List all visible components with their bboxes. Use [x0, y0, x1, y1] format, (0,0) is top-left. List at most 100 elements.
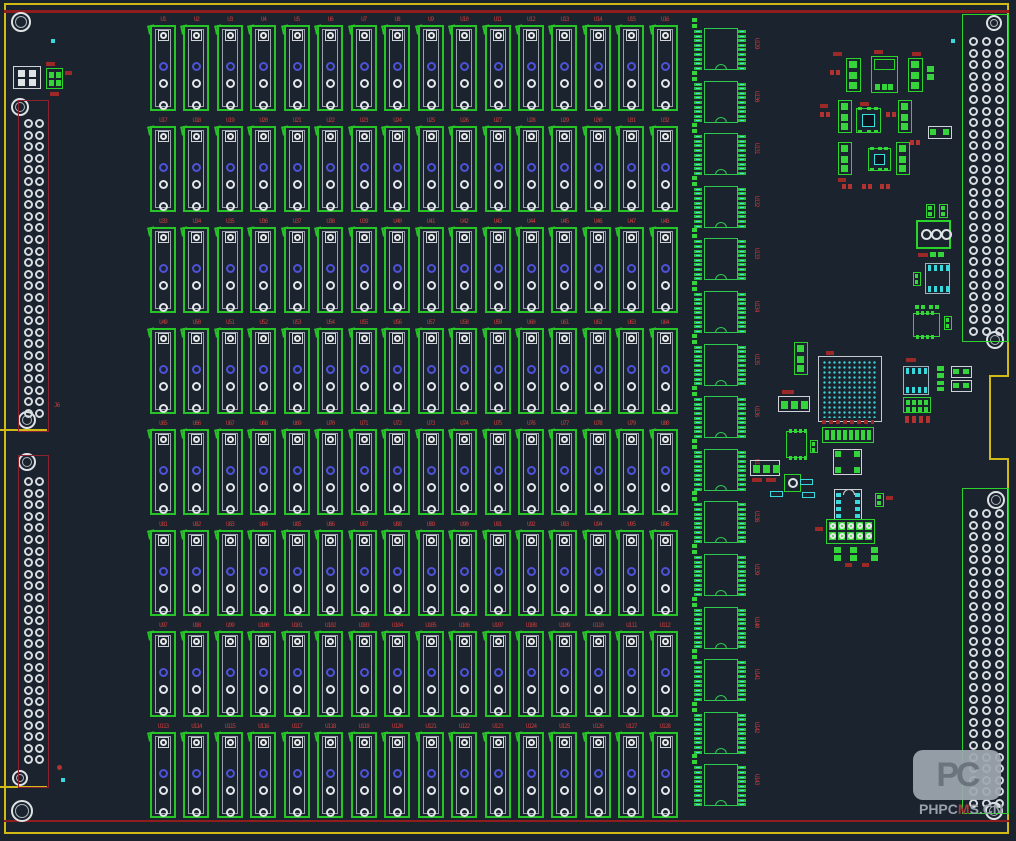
relay-socket[interactable]	[183, 227, 209, 313]
header-2x2[interactable]	[13, 66, 41, 89]
dip-ic[interactable]	[694, 344, 748, 388]
dip-ic[interactable]	[694, 396, 748, 440]
relay-socket[interactable]	[150, 227, 176, 313]
relay-socket[interactable]	[351, 126, 377, 212]
relay-socket[interactable]	[485, 126, 511, 212]
dip-ic[interactable]	[694, 81, 748, 125]
chip-resistor[interactable]	[862, 184, 873, 189]
relay-socket[interactable]	[351, 227, 377, 313]
relay-socket[interactable]	[284, 732, 310, 818]
relay-socket[interactable]	[317, 328, 343, 414]
relay-socket[interactable]	[618, 429, 644, 515]
relay-socket[interactable]	[451, 126, 477, 212]
relay-socket[interactable]	[451, 732, 477, 818]
relay-socket[interactable]	[618, 227, 644, 313]
relay-socket[interactable]	[384, 227, 410, 313]
relay-socket[interactable]	[485, 732, 511, 818]
relay-socket[interactable]	[217, 530, 243, 616]
relay-socket[interactable]	[485, 328, 511, 414]
relay-socket[interactable]	[217, 631, 243, 717]
relay-socket[interactable]	[150, 126, 176, 212]
relay-socket[interactable]	[317, 631, 343, 717]
relay-socket[interactable]	[652, 732, 678, 818]
relay-socket[interactable]	[317, 25, 343, 111]
sot-transistor[interactable]	[794, 342, 808, 375]
relay-socket[interactable]	[451, 429, 477, 515]
relay-socket[interactable]	[518, 227, 544, 313]
relay-socket[interactable]	[384, 732, 410, 818]
soic8-footprint[interactable]	[925, 263, 950, 294]
relay-socket[interactable]	[585, 126, 611, 212]
relay-socket[interactable]	[618, 25, 644, 111]
relay-socket[interactable]	[150, 732, 176, 818]
relay-socket[interactable]	[217, 328, 243, 414]
header-2x4[interactable]	[903, 397, 931, 413]
relay-socket[interactable]	[351, 25, 377, 111]
relay-socket[interactable]	[217, 429, 243, 515]
relay-socket[interactable]	[284, 429, 310, 515]
relay-socket[interactable]	[585, 227, 611, 313]
relay-socket[interactable]	[150, 25, 176, 111]
relay-socket[interactable]	[485, 631, 511, 717]
terminal-2x2[interactable]	[46, 68, 63, 89]
dip-ic[interactable]	[694, 501, 748, 545]
relay-socket[interactable]	[317, 530, 343, 616]
relay-socket[interactable]	[585, 429, 611, 515]
chip-resistor[interactable]	[842, 184, 853, 189]
test-point[interactable]	[951, 39, 955, 43]
relay-socket[interactable]	[652, 328, 678, 414]
test-pad[interactable]	[800, 479, 813, 485]
relay-socket[interactable]	[518, 530, 544, 616]
push-button[interactable]	[784, 474, 801, 492]
jumper-2pin[interactable]	[944, 316, 952, 330]
relay-socket[interactable]	[551, 732, 577, 818]
relay-socket[interactable]	[217, 25, 243, 111]
relay-socket[interactable]	[351, 429, 377, 515]
relay-socket[interactable]	[585, 328, 611, 414]
relay-socket[interactable]	[418, 126, 444, 212]
relay-socket[interactable]	[284, 631, 310, 717]
relay-socket[interactable]	[317, 429, 343, 515]
dip-ic[interactable]	[694, 238, 748, 282]
relay-socket[interactable]	[418, 328, 444, 414]
jumper-2pin[interactable]	[939, 204, 948, 218]
relay-socket[interactable]	[317, 126, 343, 212]
relay-socket[interactable]	[451, 25, 477, 111]
relay-socket[interactable]	[384, 631, 410, 717]
chip-capacitor[interactable]	[930, 252, 943, 257]
diode[interactable]	[928, 126, 952, 139]
chip-resistor[interactable]	[910, 140, 921, 145]
chip-capacitor[interactable]	[937, 366, 944, 377]
relay-footprint[interactable]	[833, 449, 862, 475]
relay-socket[interactable]	[284, 530, 310, 616]
terminal-block-3[interactable]	[916, 220, 951, 249]
relay-socket[interactable]	[183, 530, 209, 616]
header-1x8[interactable]	[822, 427, 874, 443]
relay-socket[interactable]	[618, 530, 644, 616]
relay-socket[interactable]	[652, 530, 678, 616]
relay-socket[interactable]	[250, 429, 276, 515]
relay-socket[interactable]	[250, 126, 276, 212]
relay-socket[interactable]	[384, 429, 410, 515]
relay-socket[interactable]	[418, 25, 444, 111]
relay-socket[interactable]	[250, 328, 276, 414]
relay-socket[interactable]	[551, 25, 577, 111]
chip-capacitor[interactable]	[850, 547, 857, 560]
relay-socket[interactable]	[485, 429, 511, 515]
relay-socket[interactable]	[618, 328, 644, 414]
jumper-2pin[interactable]	[926, 204, 935, 218]
chip-resistor[interactable]	[886, 112, 897, 117]
relay-socket[interactable]	[351, 530, 377, 616]
chip-capacitor[interactable]	[834, 547, 841, 560]
dip8-socket[interactable]	[834, 489, 862, 520]
relay-socket[interactable]	[384, 530, 410, 616]
relay-socket[interactable]	[217, 732, 243, 818]
chip-capacitor[interactable]	[871, 547, 878, 560]
test-pad[interactable]	[802, 492, 815, 498]
relay-socket[interactable]	[652, 429, 678, 515]
relay-socket[interactable]	[183, 126, 209, 212]
sot-transistor[interactable]	[898, 100, 912, 133]
relay-socket[interactable]	[551, 530, 577, 616]
chip-capacitor[interactable]	[927, 66, 934, 79]
chip-resistor[interactable]	[830, 70, 841, 75]
